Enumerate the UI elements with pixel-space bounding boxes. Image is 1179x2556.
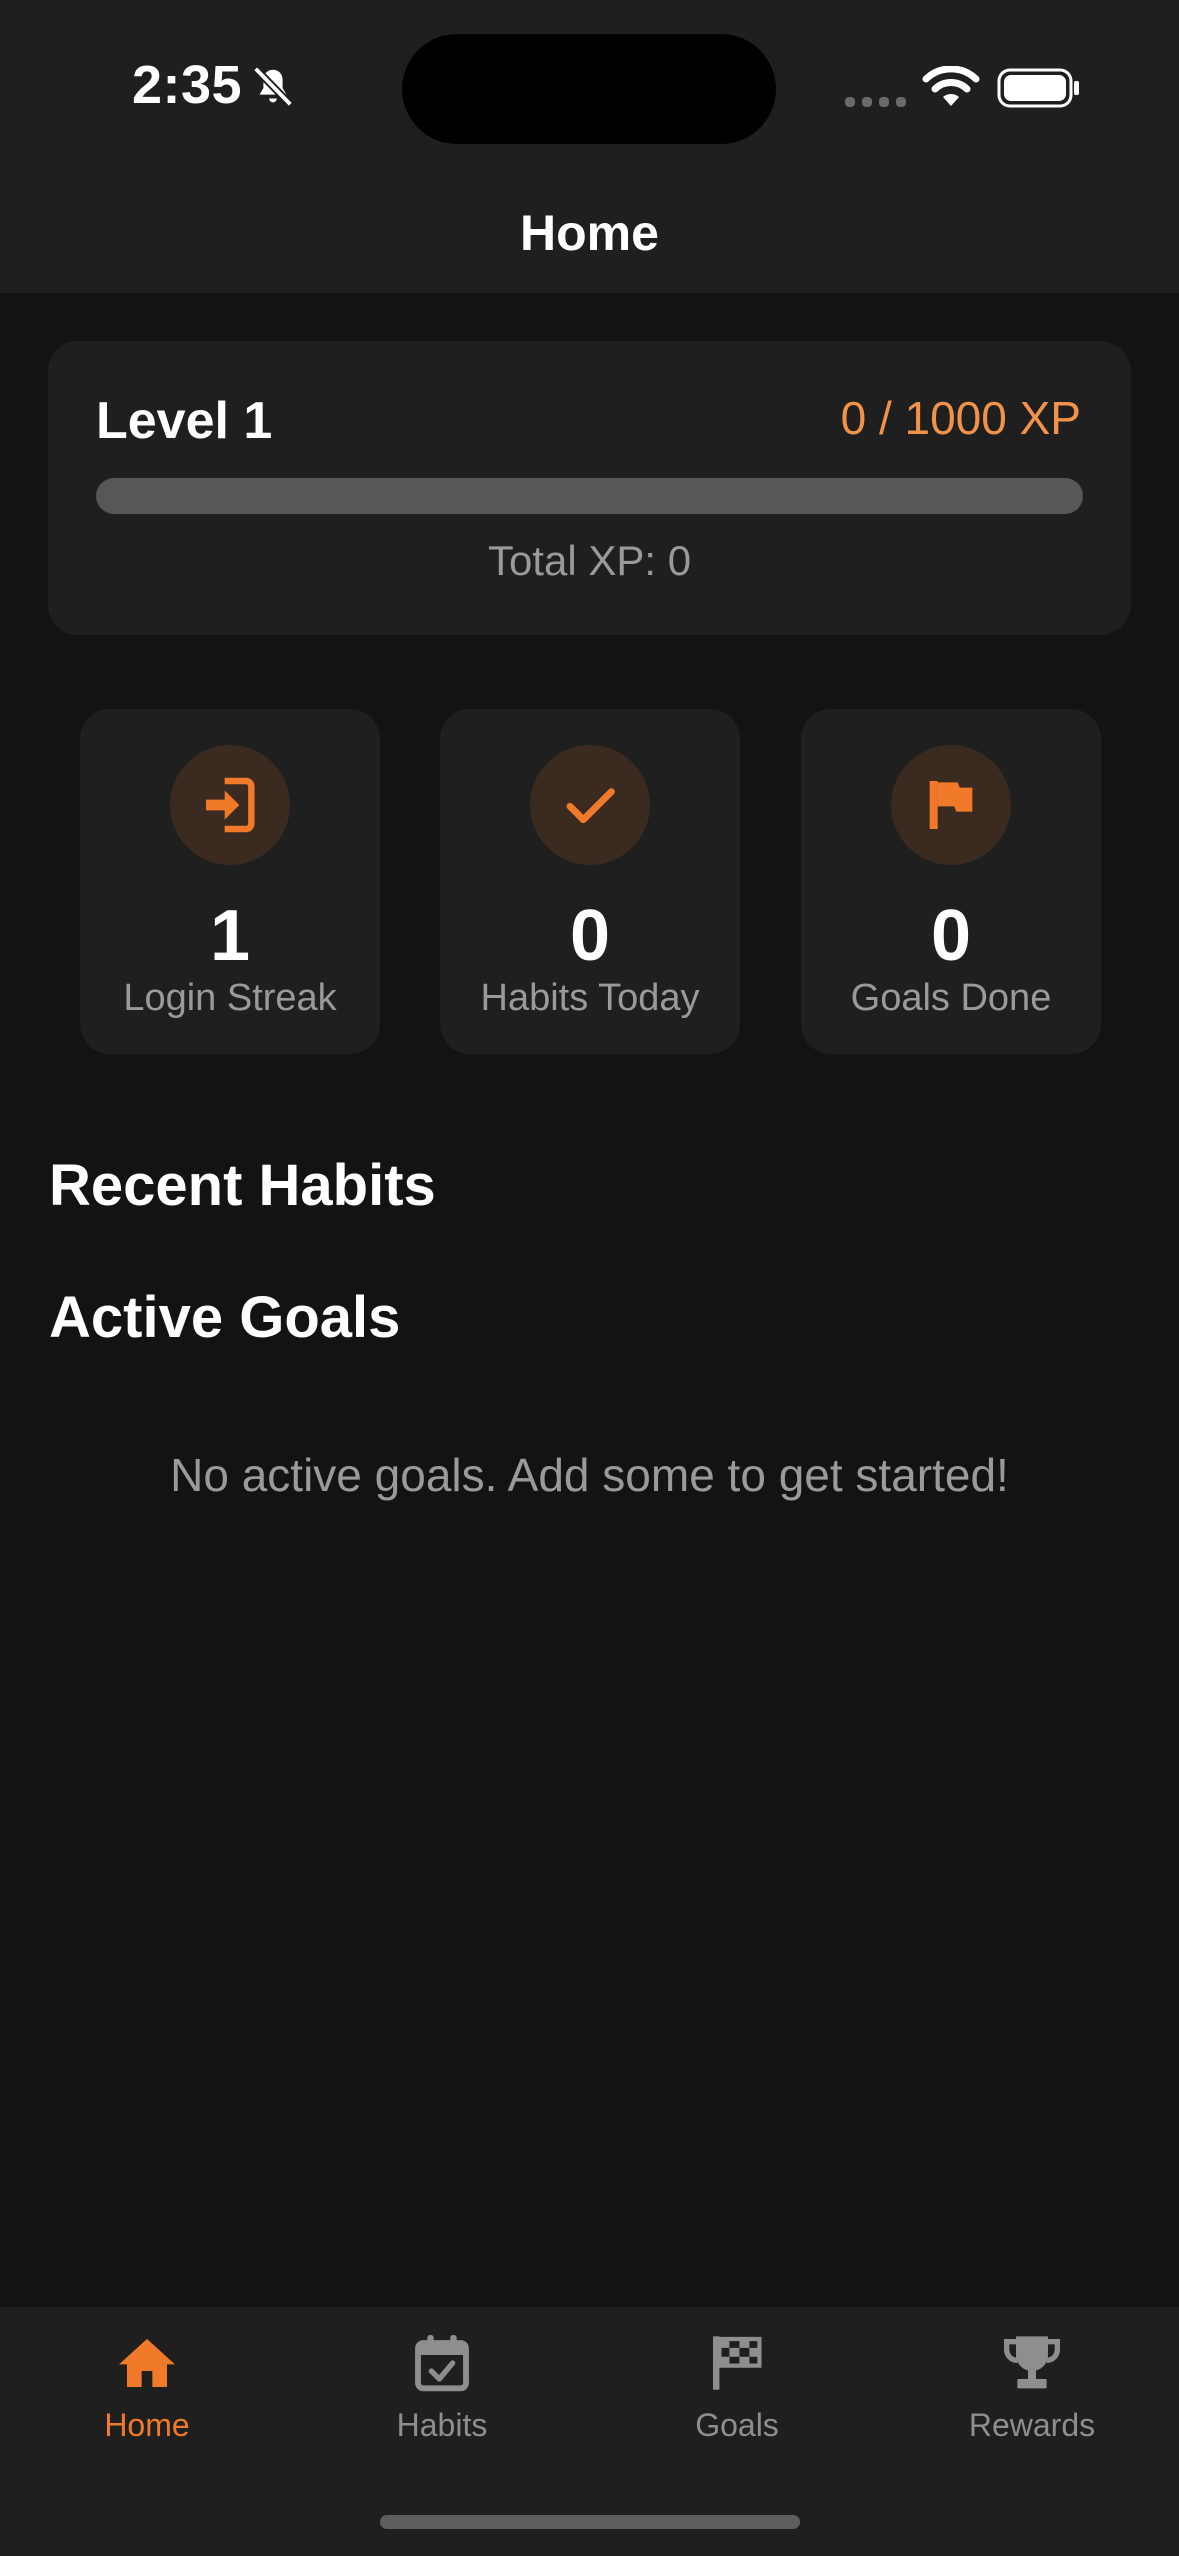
tab-label: Goals [695,2407,779,2443]
tab-rewards[interactable]: Rewards [885,2307,1179,2457]
tab-label: Habits [396,2407,488,2443]
stat-label: Login Streak [123,977,337,1019]
xp-progress-text: 0 / 1000 XP [840,392,1081,444]
wifi-icon [922,66,980,106]
home-icon [119,2339,175,2387]
stat-label: Habits Today [480,977,700,1019]
active-goals-title: Active Goals [49,1285,401,1350]
stat-card-login-streak: 1 Login Streak [80,709,380,1054]
recent-habits-title: Recent Habits [49,1153,436,1218]
home-screen: 2:35 Home Level 1 0 / 1000 XP Total XP: … [0,0,1179,2556]
login-icon [206,777,255,833]
tab-habits[interactable]: Habits [295,2307,589,2457]
stat-card-goals-done: 0 Goals Done [801,709,1101,1054]
checkmark-icon-badge [530,745,650,865]
stat-value: 0 [930,896,972,976]
level-label: Level 1 [96,392,273,450]
checkered-flag-icon [713,2336,762,2390]
tab-label: Home [104,2407,190,2443]
page-title: Home [520,205,659,261]
tab-label: Rewards [968,2407,1096,2443]
top-bar: 2:35 Home [0,0,1179,293]
trophy-icon [1004,2336,1060,2389]
flag-icon-badge [891,745,1011,865]
status-time: 2:35 [132,55,243,115]
tab-home[interactable]: Home [0,2307,294,2457]
stat-label: Goals Done [850,977,1052,1019]
checkmark-icon [566,788,615,824]
level-card: Level 1 0 / 1000 XP Total XP: 0 [48,341,1131,635]
flag-icon [929,781,973,829]
stat-card-habits-today: 0 Habits Today [440,709,740,1054]
calendar-check-icon [415,2335,469,2392]
tab-goals[interactable]: Goals [590,2307,884,2457]
xp-progress-bar [96,478,1083,514]
home-indicator [380,2515,800,2529]
dynamic-island [402,34,776,144]
active-goals-empty-text: No active goals. Add some to get started… [170,1449,1009,1501]
battery-icon [997,68,1079,108]
signal-icon [845,97,906,107]
stat-value: 1 [209,896,251,976]
login-icon-badge [170,745,290,865]
total-xp-text: Total XP: 0 [487,537,692,584]
stat-value: 0 [569,896,611,976]
bell-slash-icon [253,66,293,107]
